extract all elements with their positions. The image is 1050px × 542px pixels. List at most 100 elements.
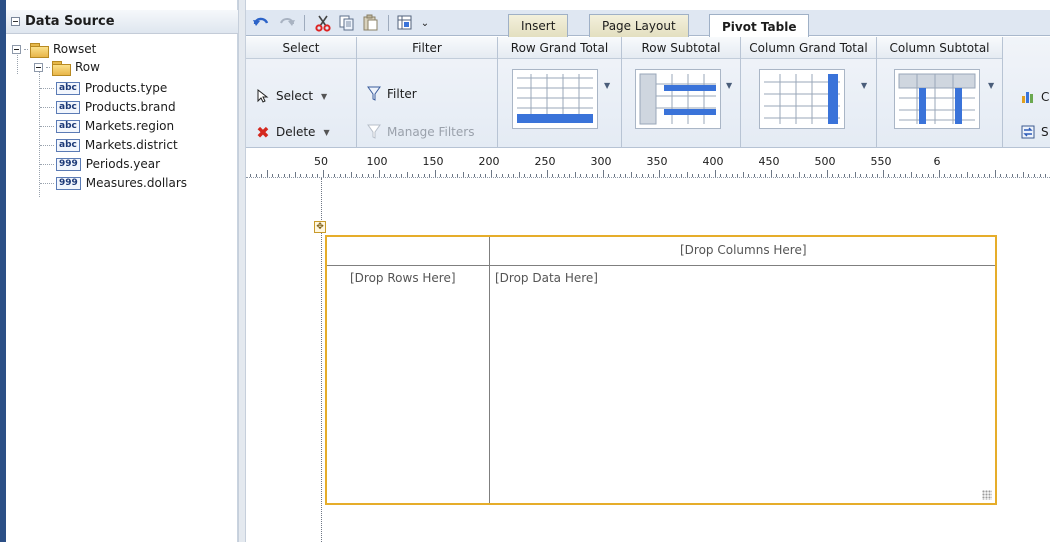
dropdown-arrow-icon[interactable]: ▼ xyxy=(604,81,610,90)
ruler-tick xyxy=(266,170,268,177)
expand-toggle-icon[interactable] xyxy=(12,44,21,54)
collapse-icon[interactable] xyxy=(11,17,20,26)
ruler-tick xyxy=(849,174,851,177)
panel-splitter[interactable] xyxy=(238,0,246,542)
drop-columns-zone[interactable]: [Drop Columns Here] xyxy=(680,243,807,257)
ruler-tick xyxy=(726,174,727,177)
ruler-tick xyxy=(451,174,453,177)
horizontal-ruler: 50 100 150 200 250 300 350 400 450 500 550 6 xyxy=(246,148,1050,178)
ruler-tick xyxy=(306,174,307,177)
tab-insert[interactable]: Insert xyxy=(508,14,569,37)
ruler-tick xyxy=(1028,174,1030,177)
ruler-tick xyxy=(938,170,940,177)
data-source-header[interactable]: Data Source xyxy=(6,10,238,34)
ruler-tick xyxy=(423,174,425,177)
ruler-tick xyxy=(518,172,520,177)
tree-field-item[interactable]: abc Markets.district xyxy=(40,136,178,154)
ruler-tick xyxy=(602,170,604,177)
ruler-tick xyxy=(278,174,279,177)
column-grand-total-layout-icon[interactable] xyxy=(759,69,845,129)
tab-label: Page Layout xyxy=(602,19,676,33)
panel-edge xyxy=(0,0,6,542)
swap-button[interactable]: S xyxy=(1019,121,1049,143)
ruler-tick xyxy=(899,174,901,177)
swap-label: S xyxy=(1041,125,1049,139)
ruler-tick xyxy=(490,170,492,177)
tree-node-row[interactable]: Row xyxy=(34,58,100,76)
cut-icon[interactable] xyxy=(312,13,334,33)
move-handle-icon[interactable]: ✥ xyxy=(314,221,326,233)
manage-filters-button[interactable]: Manage Filters xyxy=(365,121,474,143)
ruler-tick-label: 500 xyxy=(814,155,836,168)
row-subtotal-layout-icon[interactable] xyxy=(635,69,721,129)
ruler-tick xyxy=(541,174,543,177)
ruler-tick xyxy=(485,174,487,177)
dropdown-arrow-icon[interactable]: ▼ xyxy=(323,128,329,137)
group-title: Row Subtotal xyxy=(622,37,740,59)
ruler-tick xyxy=(630,172,632,177)
ruler-tick xyxy=(418,174,419,177)
row-grand-total-layout-icon[interactable] xyxy=(512,69,598,129)
ruler-tick xyxy=(350,172,352,177)
filter-button[interactable]: Filter xyxy=(365,83,417,105)
tree-field-item[interactable]: abc Products.type xyxy=(40,79,167,97)
ruler-tick xyxy=(250,174,251,177)
ruler-tick xyxy=(653,174,655,177)
undo-icon[interactable] xyxy=(250,13,272,33)
tree-node-rowset[interactable]: Rowset xyxy=(12,40,96,58)
ruler-tick xyxy=(261,174,263,177)
dropdown-arrow-icon[interactable]: ▼ xyxy=(861,81,867,90)
drop-rows-zone[interactable]: [Drop Rows Here] xyxy=(350,271,456,285)
chart-button[interactable]: C xyxy=(1019,86,1049,108)
ruler-tick xyxy=(642,174,643,177)
ruler-tick xyxy=(272,174,274,177)
row-subtotal-group: Row Subtotal ▼ xyxy=(622,37,741,148)
tab-pivot-table[interactable]: Pivot Table xyxy=(709,14,810,38)
tree-field-item[interactable]: abc Products.brand xyxy=(40,98,176,116)
ruler-tick xyxy=(720,174,722,177)
ruler-tick xyxy=(1006,174,1007,177)
ruler-tick xyxy=(686,172,688,177)
ruler-tick xyxy=(558,174,559,177)
select-button[interactable]: Select ▼ xyxy=(254,85,327,107)
tab-page-layout[interactable]: Page Layout xyxy=(589,14,689,37)
delete-button[interactable]: ✖ Delete ▼ xyxy=(254,121,329,143)
resize-grip-icon[interactable] xyxy=(982,490,992,500)
field-label: Measures.dollars xyxy=(85,176,188,190)
column-subtotal-layout-icon[interactable] xyxy=(894,69,980,129)
ruler-tick xyxy=(703,174,705,177)
dropdown-arrow-icon[interactable]: ▼ xyxy=(988,81,994,90)
dropdown-arrow-icon[interactable]: ▼ xyxy=(321,92,327,101)
ruler-tick xyxy=(832,174,834,177)
expand-toggle-icon[interactable] xyxy=(34,62,43,72)
copy-icon[interactable] xyxy=(336,13,358,33)
tree-field-item[interactable]: 999 Periods.year xyxy=(40,155,160,173)
redo-icon[interactable] xyxy=(276,13,298,33)
layout-icon[interactable] xyxy=(394,13,416,33)
tab-label: Insert xyxy=(521,19,556,33)
tree-field-item[interactable]: abc Markets.region xyxy=(40,117,174,135)
field-label: Products.type xyxy=(84,81,168,95)
ruler-tick xyxy=(406,172,408,177)
ruler-tick xyxy=(927,174,929,177)
ruler-tick xyxy=(1017,174,1019,177)
tree-field-item[interactable]: 999 Measures.dollars xyxy=(40,174,187,192)
ruler-tick xyxy=(546,170,548,177)
drop-data-zone[interactable]: [Drop Data Here] xyxy=(495,271,598,285)
ruler-tick xyxy=(608,174,610,177)
ruler-tick-label: 350 xyxy=(646,155,668,168)
field-label: Markets.district xyxy=(84,138,178,152)
dropdown-arrow-icon[interactable]: ▼ xyxy=(726,81,732,90)
ruler-tick xyxy=(619,174,621,177)
ruler-tick xyxy=(1034,174,1035,177)
ruler-tick xyxy=(754,174,755,177)
pivot-table[interactable]: [Drop Columns Here] [Drop Rows Here] [Dr… xyxy=(325,235,997,505)
chevron-down-icon[interactable]: ⌄ xyxy=(414,13,436,33)
ruler-tick xyxy=(457,174,459,177)
ruler-tick xyxy=(955,174,957,177)
paste-icon[interactable] xyxy=(360,13,382,33)
ruler-tick xyxy=(373,174,375,177)
ruler-tick xyxy=(429,174,431,177)
ruler-tick xyxy=(709,174,711,177)
ruler-tick xyxy=(647,174,649,177)
